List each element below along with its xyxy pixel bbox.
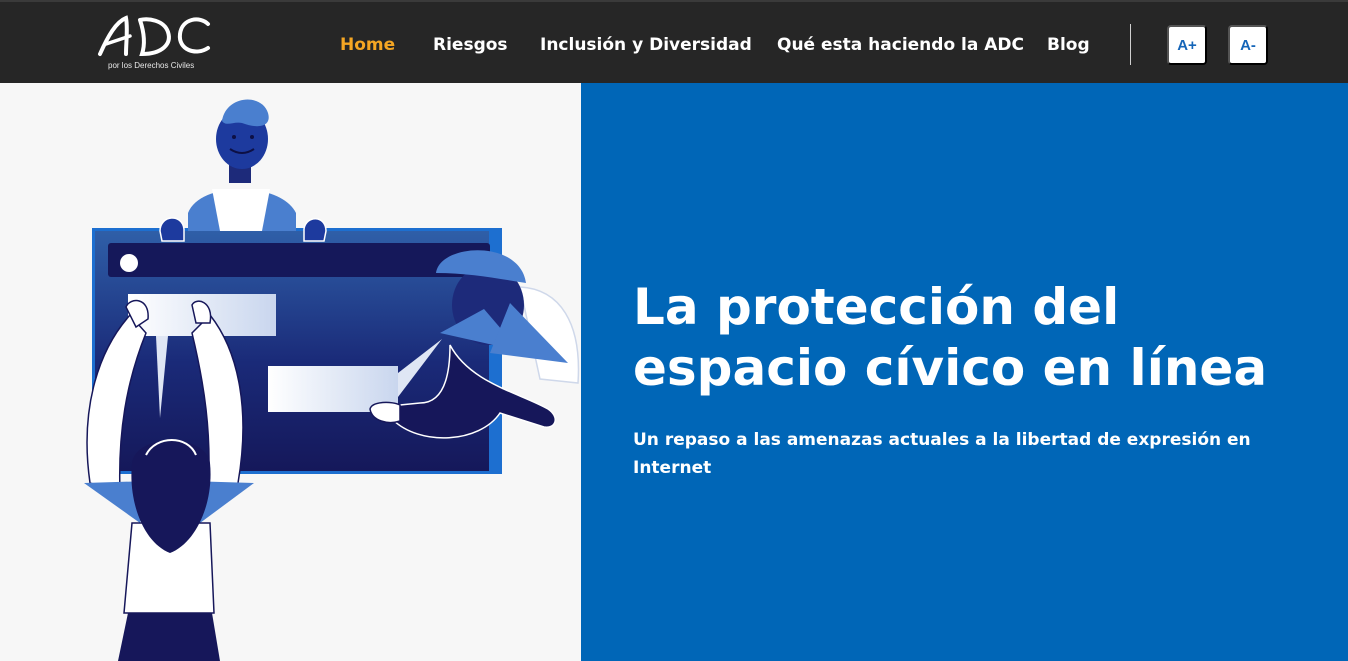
people-around-browser-window-illustration bbox=[84, 99, 580, 661]
top-navbar: por los Derechos Civiles Home Riesgos In… bbox=[0, 0, 1348, 83]
logo-tagline: por los Derechos Civiles bbox=[108, 61, 195, 70]
font-size-decrease-button[interactable]: A- bbox=[1228, 25, 1268, 65]
nav-link-blog[interactable]: Blog bbox=[1047, 35, 1090, 55]
hero-illustration-panel bbox=[0, 83, 581, 661]
hero-text-panel: La protección del espacio cívico en líne… bbox=[581, 83, 1348, 661]
hero-subtitle: Un repaso a las amenazas actuales a la l… bbox=[633, 430, 1251, 478]
nav-link-riesgos[interactable]: Riesgos bbox=[433, 35, 508, 55]
adc-logo[interactable]: por los Derechos Civiles bbox=[96, 14, 216, 74]
font-size-increase-button[interactable]: A+ bbox=[1167, 25, 1207, 65]
hero-title: La protección del espacio cívico en líne… bbox=[633, 278, 1268, 397]
nav-link-inclusion-diversidad[interactable]: Inclusión y Diversidad bbox=[540, 35, 752, 55]
adc-logo-mark bbox=[98, 15, 210, 57]
nav-link-home[interactable]: Home bbox=[340, 35, 395, 55]
nav-link-que-esta-haciendo[interactable]: Qué esta haciendo la ADC bbox=[777, 35, 1024, 55]
nav-divider bbox=[1130, 24, 1131, 65]
